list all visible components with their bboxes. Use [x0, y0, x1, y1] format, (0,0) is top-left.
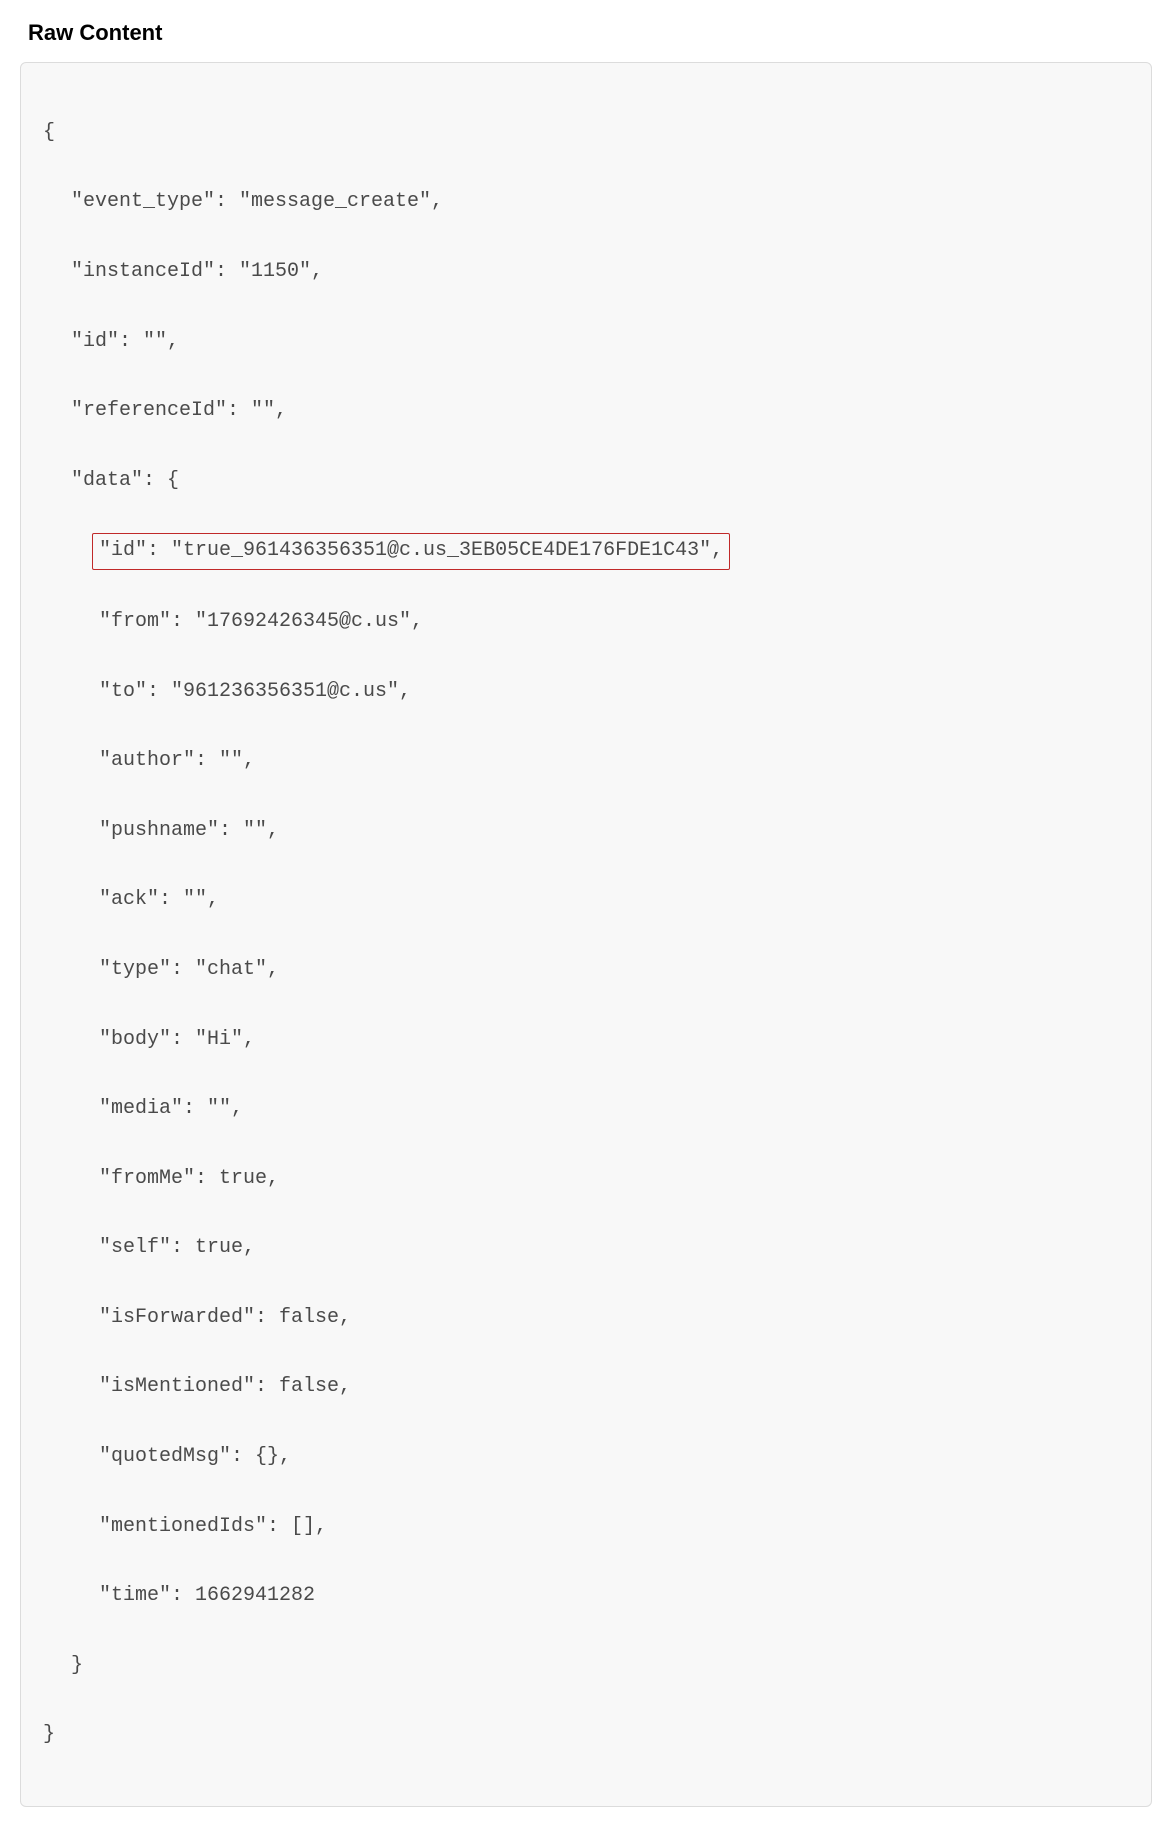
code-line: "author": "",: [43, 744, 1129, 779]
code-line-highlighted: "id": "true_961436356351@c.us_3EB05CE4DE…: [43, 533, 1129, 570]
code-line: "pushname": "",: [43, 814, 1129, 849]
raw-content-code-block: { "event_type": "message_create", "insta…: [20, 62, 1152, 1807]
section-heading: Raw Content: [20, 20, 1152, 46]
code-line: "instanceId": "1150",: [43, 255, 1129, 290]
code-line: "fromMe": true,: [43, 1162, 1129, 1197]
code-line: "to": "961236356351@c.us",: [43, 675, 1129, 710]
code-line: "isForwarded": false,: [43, 1301, 1129, 1336]
code-line: "quotedMsg": {},: [43, 1440, 1129, 1475]
code-line: }: [43, 1718, 1129, 1753]
code-line: "event_type": "message_create",: [43, 185, 1129, 220]
code-line: {: [43, 116, 1129, 151]
code-line: "ack": "",: [43, 883, 1129, 918]
code-line: }: [43, 1649, 1129, 1684]
code-line: "self": true,: [43, 1231, 1129, 1266]
code-line: "referenceId": "",: [43, 394, 1129, 429]
code-line: "id": "",: [43, 325, 1129, 360]
code-line: "body": "Hi",: [43, 1023, 1129, 1058]
code-line: "isMentioned": false,: [43, 1370, 1129, 1405]
code-line: "type": "chat",: [43, 953, 1129, 988]
code-line: "data": {: [43, 464, 1129, 499]
code-line: "from": "17692426345@c.us",: [43, 605, 1129, 640]
code-line: "media": "",: [43, 1092, 1129, 1127]
highlight-box: "id": "true_961436356351@c.us_3EB05CE4DE…: [92, 533, 730, 570]
code-line: "mentionedIds": [],: [43, 1510, 1129, 1545]
code-line: "time": 1662941282: [43, 1579, 1129, 1614]
